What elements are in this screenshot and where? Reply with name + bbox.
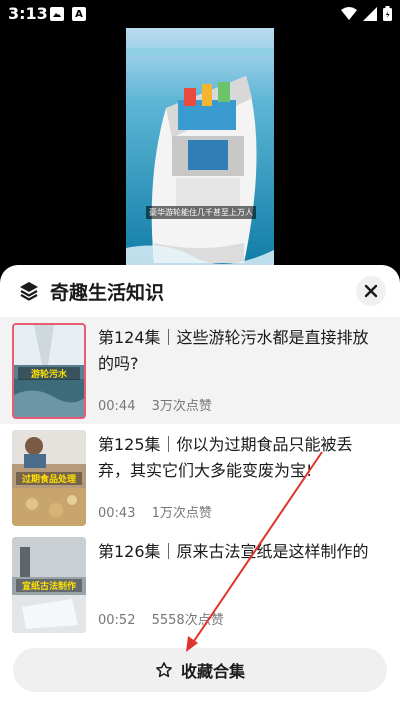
battery-icon [383, 6, 392, 21]
episode-title: 第125集｜你以为过期食品只能被丢弃，其实它们大多能变废为宝! [98, 435, 353, 480]
episode-duration: 00:43 [98, 506, 136, 521]
thumbnail-label: 过期食品处理 [16, 472, 82, 485]
episode-thumbnail[interactable]: 宣纸古法制作 [12, 537, 86, 633]
video-frame[interactable]: 豪华游轮能住几千甚至上万人 [126, 28, 274, 268]
thumbnail-label: 游轮污水 [18, 367, 80, 380]
collection-sheet: 奇趣生活知识 游轮污水 第124集｜这些游轮污水都是直接排放的吗? 00:44 … [0, 265, 400, 711]
star-icon [156, 662, 172, 678]
episode-thumbnail[interactable]: 过期食品处理 [12, 430, 86, 526]
image-icon [50, 7, 64, 21]
episode-title: 第124集｜这些游轮污水都是直接排放的吗? [98, 328, 369, 373]
collect-collection-button[interactable]: 收藏合集 [13, 648, 387, 692]
video-caption: 豪华游轮能住几千甚至上万人 [146, 206, 256, 219]
a-icon: A [72, 7, 86, 21]
episode-meta: 00:44 3万次点赞 [98, 395, 212, 414]
episode-item-125[interactable]: 过期食品处理 第125集｜你以为过期食品只能被丢弃，其实它们大多能变废为宝! 0… [0, 424, 400, 531]
episode-item-124[interactable]: 游轮污水 第124集｜这些游轮污水都是直接排放的吗? 00:44 3万次点赞 [0, 317, 400, 424]
close-icon [364, 284, 378, 298]
signal-icon [363, 6, 377, 21]
collect-label: 收藏合集 [180, 662, 245, 681]
video-player[interactable]: 豪华游轮能住几千甚至上万人 [0, 28, 400, 273]
status-bar: 3:13 A [0, 0, 400, 28]
episode-meta: 00:52 5558次点赞 [98, 609, 224, 628]
wifi-icon [341, 6, 357, 20]
sheet-title: 奇趣生活知识 [50, 282, 165, 304]
episode-duration: 00:44 [98, 399, 136, 414]
episode-title: 第126集｜原来古法宣纸是这样制作的 [98, 542, 369, 561]
episode-item-126[interactable]: 宣纸古法制作 第126集｜原来古法宣纸是这样制作的 00:52 5558次点赞 [0, 531, 400, 638]
episode-likes: 1万次点赞 [151, 506, 212, 521]
status-time: 3:13 [8, 4, 48, 23]
episode-duration: 00:52 [98, 613, 136, 628]
episode-likes: 5558次点赞 [151, 613, 224, 628]
episode-meta: 00:43 1万次点赞 [98, 502, 212, 521]
close-button[interactable] [356, 276, 386, 306]
thumbnail-label: 宣纸古法制作 [16, 579, 82, 592]
episode-likes: 3万次点赞 [151, 399, 212, 414]
cruise-ship-image [126, 28, 274, 268]
layers-icon [20, 282, 38, 301]
episode-thumbnail[interactable]: 游轮污水 [12, 323, 86, 419]
